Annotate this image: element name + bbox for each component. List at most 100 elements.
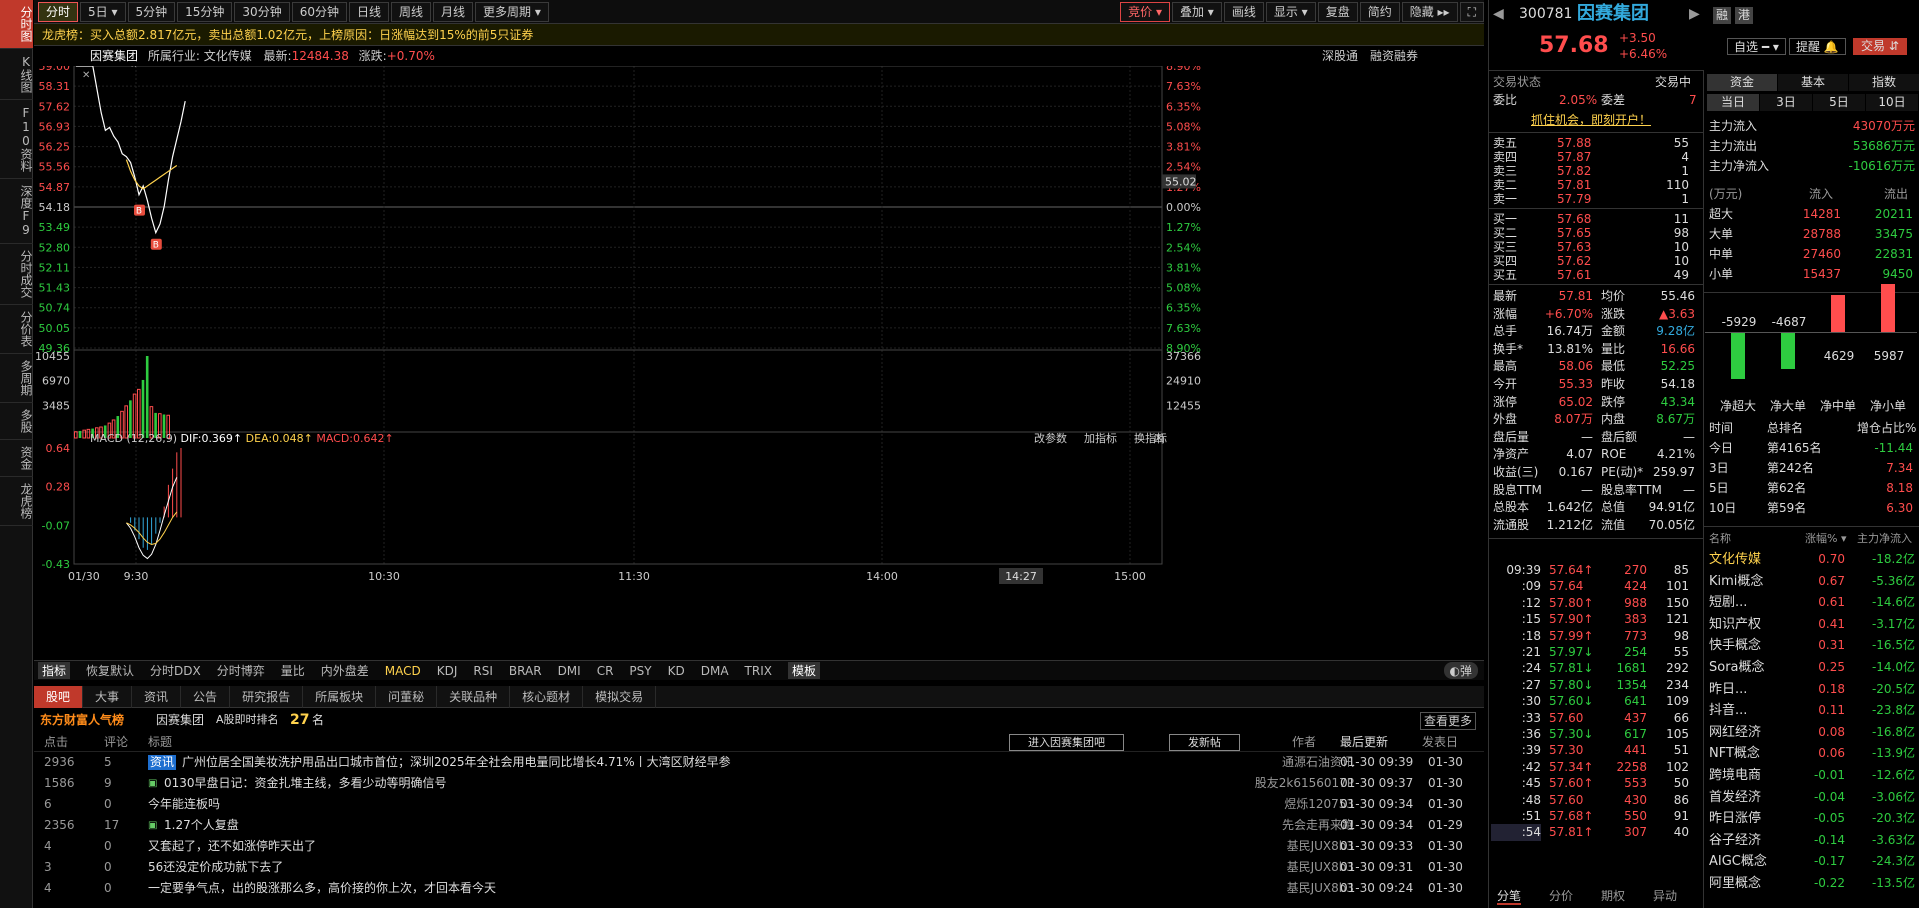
indicator-8[interactable]: RSI [473, 664, 493, 678]
intraday-chart[interactable]: 59.00 58.31 57.62 56.93 56.25 55.56 54.87 54.18… [34, 66, 1484, 660]
tool-btn-5[interactable]: 简约 [1359, 1, 1400, 22]
concept-name[interactable]: 快手概念 [1709, 636, 1761, 653]
view-tab-6[interactable]: 多周期 [0, 354, 33, 403]
bottom-tab-1[interactable]: 大事 [83, 685, 133, 708]
day-tab-3[interactable]: 10日 [1866, 94, 1918, 111]
concept-name[interactable]: 短剧... [1709, 593, 1747, 610]
day-tab-1[interactable]: 3日 [1760, 94, 1812, 111]
period-btn-2[interactable]: 5分钟 [127, 1, 176, 22]
tool-btn-0[interactable]: 竞价 ▾ [1120, 1, 1170, 22]
concept-name[interactable]: 昨日... [1709, 680, 1747, 697]
indicator-9[interactable]: BRAR [509, 664, 542, 678]
indicator-15[interactable]: TRIX [745, 664, 772, 678]
tool-btn-1[interactable]: 叠加 ▾ [1171, 1, 1222, 22]
post-author[interactable]: 基民JUX8b3 [1234, 836, 1354, 857]
concept-name[interactable]: NFT概念 [1709, 744, 1760, 761]
concept-name[interactable]: 知识产权 [1709, 615, 1761, 632]
post-row[interactable]: 2356 17 ▣ 1.27个人复盘 先会走再来跑 01-30 09:34 01-29 [34, 815, 1484, 836]
post-author[interactable]: 基民JUX8b3 [1234, 857, 1354, 878]
col-date[interactable]: 发表日 [1422, 732, 1458, 752]
post-row[interactable]: 1586 9 ▣ 0130早盘日记：资金扎堆主线，多看少动等明确信号 股友2k61560… [34, 773, 1484, 794]
post-title[interactable]: 广州位居全国美妆洗护用品出口城市首位；深圳2025年全社会用电量同比增长4.71… [182, 752, 731, 773]
indicator-11[interactable]: CR [597, 664, 614, 678]
view-tab-3[interactable]: 深度F9 [0, 179, 33, 244]
post-row[interactable]: 3 0 56还没定价成功就下去了 基民JUX8b3 01-30 09:31 01-30 [34, 857, 1484, 878]
day-tab-0[interactable]: 当日 [1707, 94, 1759, 111]
day-tab-2[interactable]: 5日 [1813, 94, 1865, 111]
indicator-0[interactable]: 指标 [38, 662, 71, 679]
fund-tab-0[interactable]: 资金 [1707, 74, 1777, 91]
post-author[interactable]: 先会走再来跑 [1234, 815, 1354, 836]
period-btn-4[interactable]: 30分钟 [234, 1, 290, 22]
post-title[interactable]: 1.27个人复盘 [164, 815, 239, 836]
tick-tab-3[interactable]: 异动 [1653, 888, 1677, 905]
period-btn-0[interactable]: 分时 [38, 1, 79, 22]
period-btn-3[interactable]: 15分钟 [177, 1, 233, 22]
tick-tab-0[interactable]: 分笔 [1497, 888, 1522, 905]
period-btn-5[interactable]: 60分钟 [291, 1, 347, 22]
new-post-button[interactable]: 发新帖 [1169, 734, 1240, 751]
post-author[interactable]: 基民JUX8b3 [1234, 878, 1354, 899]
buy-marker[interactable]: B [150, 238, 162, 251]
period-btn-9[interactable]: 更多周期 ▾ [475, 1, 549, 22]
concept-name[interactable]: 网红经济 [1709, 723, 1761, 740]
tick-tab-1[interactable]: 分价 [1549, 888, 1573, 905]
hk-connect-link[interactable]: 深股通 [1322, 46, 1358, 66]
concept-name[interactable]: 跨境电商 [1709, 766, 1761, 783]
indicator-2[interactable]: 分时DDX [150, 662, 201, 679]
view-tab-1[interactable]: K线图 [0, 49, 33, 100]
post-title[interactable]: 0130早盘日记：资金扎堆主线，多看少动等明确信号 [164, 773, 447, 794]
post-title[interactable]: 又套起了，还不如涨停昨天出了 [148, 836, 316, 857]
buy-marker[interactable]: B [134, 204, 145, 217]
bottom-tab-7[interactable]: 关联品种 [437, 685, 511, 708]
bottom-tab-2[interactable]: 资讯 [132, 685, 182, 708]
post-row[interactable]: 4 0 又套起了，还不如涨停昨天出了 基民JUX8b3 01-30 09:33 01-30 [34, 836, 1484, 857]
bottom-tab-6[interactable]: 问董秘 [376, 685, 438, 708]
prev-stock-icon[interactable]: ◀ [1493, 6, 1504, 23]
macd-btn-0[interactable]: 改参数 [1034, 431, 1067, 445]
concept-name[interactable]: 阿里概念 [1709, 874, 1761, 891]
post-row[interactable]: 6 0 今年能连板吗 煜烁120753 01-30 09:34 01-30 [34, 794, 1484, 815]
period-btn-6[interactable]: 日线 [348, 1, 389, 22]
tool-btn-4[interactable]: 复盘 [1317, 1, 1358, 22]
tool-btn-2[interactable]: 画线 [1223, 1, 1264, 22]
post-title[interactable]: 一定要争气点，出的股涨那么多，高价接的你上次，才回本看今天 [148, 878, 496, 899]
tick-tab-2[interactable]: 期权 [1601, 888, 1625, 905]
post-row[interactable]: 2936 5 资讯 广州位居全国美妆洗护用品出口城市首位；深圳2025年全社会用电量同… [34, 752, 1484, 773]
post-author[interactable]: 煜烁120753 [1234, 794, 1354, 815]
concept-name[interactable]: Sora概念 [1709, 658, 1765, 675]
tool-btn-3[interactable]: 显示 ▾ [1265, 1, 1316, 22]
alert-button[interactable]: 提醒 🔔 [1789, 38, 1846, 55]
period-btn-8[interactable]: 月线 [433, 1, 474, 22]
indicator-7[interactable]: KDJ [437, 664, 458, 678]
view-tab-9[interactable]: 龙虎榜 [0, 477, 33, 526]
post-author[interactable]: 通源石油资讯 [1234, 752, 1354, 773]
indicator-10[interactable]: DMI [558, 664, 581, 678]
concept-head-0[interactable]: 名称 [1709, 530, 1731, 547]
enter-forum-button[interactable]: 进入因赛集团吧 [1009, 734, 1124, 751]
bottom-tab-8[interactable]: 核心题材 [510, 685, 584, 708]
indicator-4[interactable]: 量比 [281, 662, 305, 679]
concept-name[interactable]: 文化传媒 [1709, 550, 1761, 567]
bottom-tab-4[interactable]: 研究报告 [230, 685, 304, 708]
view-tab-7[interactable]: 多股 [0, 403, 33, 440]
fund-tab-2[interactable]: 指数 [1849, 74, 1919, 91]
view-tab-0[interactable]: 分时图 [0, 0, 33, 49]
macd-btn-1[interactable]: 加指标 [1084, 431, 1117, 445]
popup-toggle[interactable]: ◐弹 [1443, 662, 1478, 679]
indicator-5[interactable]: 内外盘差 [321, 662, 369, 679]
post-author[interactable]: 股友2k6156017P [1234, 773, 1354, 794]
concept-name[interactable]: Kimi概念 [1709, 572, 1763, 589]
open-account-link[interactable]: 抓住机会，即刻开户！ [1531, 112, 1651, 129]
indicator-3[interactable]: 分时博弈 [217, 662, 265, 679]
next-stock-icon[interactable]: ▶ [1689, 6, 1700, 23]
period-btn-1[interactable]: 5日 ▾ [80, 1, 126, 22]
concept-head-1[interactable]: 涨幅% ▾ [1805, 530, 1846, 547]
indicator-12[interactable]: PSY [629, 664, 651, 678]
post-title[interactable]: 56还没定价成功就下去了 [148, 857, 283, 878]
concept-name[interactable]: 抖音... [1709, 701, 1747, 718]
bottom-tab-3[interactable]: 公告 [181, 685, 231, 708]
col-updated[interactable]: 最后更新 [1340, 732, 1388, 752]
view-tab-5[interactable]: 分价表 [0, 305, 33, 354]
drag-handle-icon[interactable]: ⇔ [130, 66, 138, 71]
